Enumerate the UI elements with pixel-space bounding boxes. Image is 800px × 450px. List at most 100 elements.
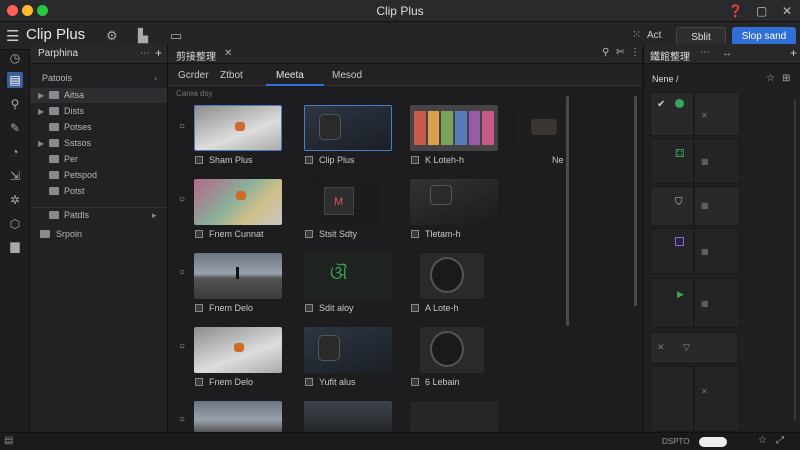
clip-thumbnail[interactable]: [420, 327, 484, 373]
clip-thumbnail[interactable]: [194, 253, 282, 299]
export-icon[interactable]: ⇲: [7, 168, 23, 184]
clip-thumbnail[interactable]: [194, 401, 282, 432]
inspector-cell[interactable]: ⛉: [650, 186, 694, 226]
clip-checkbox[interactable]: [195, 156, 203, 164]
scrollbar[interactable]: [634, 96, 637, 306]
clip-thumbnail[interactable]: [194, 327, 282, 373]
grid-icon[interactable]: ⊞: [782, 73, 790, 84]
help-icon[interactable]: ❓: [728, 4, 743, 18]
add-icon[interactable]: +: [155, 46, 162, 60]
clip-checkbox[interactable]: [305, 156, 313, 164]
search-icon[interactable]: ⚲: [7, 96, 23, 112]
clip-checkbox[interactable]: [305, 378, 313, 386]
clip-checkbox[interactable]: [411, 156, 419, 164]
pen-icon[interactable]: ✎: [7, 120, 23, 136]
cube-icon[interactable]: ⬡: [7, 216, 23, 232]
settings-icon[interactable]: ✲: [7, 192, 23, 208]
clip-thumbnail[interactable]: [518, 105, 568, 151]
clip-checkbox[interactable]: [411, 304, 419, 312]
search-icon[interactable]: ⚲: [602, 47, 609, 58]
row-radio[interactable]: ○: [179, 267, 185, 278]
more-icon[interactable]: ⋯: [140, 48, 150, 59]
clip-checkbox[interactable]: [195, 230, 203, 238]
star-icon[interactable]: ☆: [758, 435, 767, 446]
sidebar-item[interactable]: ▶ Dists: [30, 104, 167, 119]
clip-checkbox[interactable]: [305, 230, 313, 238]
inspector-cell[interactable]: ▶: [650, 278, 694, 328]
inspector-cell[interactable]: ▦: [694, 228, 740, 274]
clip-icon[interactable]: ▙: [138, 28, 148, 44]
add-icon[interactable]: +: [790, 46, 797, 60]
sidebar-item[interactable]: Per: [30, 152, 167, 167]
browser-tab[interactable]: 剪接整理: [176, 48, 216, 63]
more-icon[interactable]: ⋯: [700, 47, 710, 58]
sidebar-item[interactable]: Patdls ▸: [30, 207, 167, 222]
window-icon[interactable]: ▢: [756, 4, 767, 18]
clip-thumbnail[interactable]: [304, 105, 392, 151]
inspector-cell[interactable]: ✕: [694, 366, 740, 432]
inspector-cell[interactable]: ✕ ▽: [650, 332, 738, 364]
chevron-right-icon[interactable]: ▶: [38, 104, 44, 119]
close-tab-icon[interactable]: ✕: [224, 48, 232, 59]
menu-icon[interactable]: ☰: [6, 27, 19, 45]
panel-toggle-icon[interactable]: ▤: [4, 435, 13, 446]
clip-checkbox[interactable]: [195, 304, 203, 312]
subtab[interactable]: Ztbot: [220, 70, 243, 81]
row-radio[interactable]: ○: [179, 414, 185, 425]
media-icon[interactable]: ▤: [7, 72, 23, 88]
clip-thumbnail[interactable]: M: [314, 179, 378, 225]
chevron-right-icon[interactable]: ▸: [152, 208, 157, 223]
fullscreen-icon[interactable]: ⤢: [776, 435, 784, 446]
clip-thumbnail[interactable]: [304, 327, 392, 373]
clip-caption[interactable]: Clip Plus: [305, 154, 355, 166]
inspector-cell[interactable]: [650, 366, 694, 432]
clip-checkbox[interactable]: [411, 378, 419, 386]
subtab[interactable]: Meeta: [276, 70, 304, 81]
subtab[interactable]: Gcrder: [178, 70, 209, 81]
pie-icon[interactable]: ◔: [7, 144, 23, 160]
inspector-cell[interactable]: ✔: [650, 92, 694, 136]
gear-icon[interactable]: ⚙: [106, 28, 118, 44]
clip-caption[interactable]: Sdit aloy: [305, 302, 354, 314]
clip-caption[interactable]: Fnem Delo: [195, 302, 253, 314]
chevron-right-icon[interactable]: ▶: [38, 136, 44, 151]
act-button[interactable]: Act: [647, 30, 661, 41]
briefcase-icon[interactable]: ▆: [7, 238, 23, 254]
clip-caption[interactable]: Fnem Cunnat: [195, 228, 264, 240]
clip-caption[interactable]: K Loteh-h: [411, 154, 464, 166]
row-radio[interactable]: ○: [179, 121, 185, 132]
sidebar-item[interactable]: Petspod: [30, 168, 167, 183]
inspector-cell[interactable]: [650, 228, 694, 274]
clip-thumbnail[interactable]: ଔ: [304, 253, 392, 299]
sidebar-item[interactable]: ▶ Sstsos: [30, 136, 167, 151]
inspector-tab[interactable]: 鐵館整理: [650, 48, 690, 63]
clock-icon[interactable]: ◷: [7, 50, 23, 66]
clip-caption[interactable]: Yufit alus: [305, 376, 356, 388]
more-icon[interactable]: ⋮: [630, 47, 640, 58]
scrollbar[interactable]: [566, 96, 569, 326]
sidebar-item[interactable]: Potst: [30, 184, 167, 199]
inspector-cell[interactable]: ⚃: [650, 138, 694, 184]
grid-icon[interactable]: ⁙: [632, 28, 641, 41]
row-radio[interactable]: ○: [179, 341, 185, 352]
clip-thumbnail[interactable]: [194, 105, 282, 151]
chevron-right-icon[interactable]: ▶: [38, 88, 44, 103]
clip-thumbnail[interactable]: [410, 401, 498, 432]
sidebar-tab[interactable]: Parphina: [38, 48, 78, 59]
clip-checkbox[interactable]: [411, 230, 419, 238]
inspector-cell[interactable]: ▦: [694, 138, 740, 184]
inspector-cell[interactable]: ▦: [694, 278, 740, 328]
clip-caption[interactable]: 6 Lebain: [411, 376, 460, 388]
scrollbar[interactable]: [794, 100, 796, 420]
clip-caption[interactable]: Ne: [552, 154, 564, 166]
sidebar-item[interactable]: Potses: [30, 120, 167, 135]
clip-thumbnail[interactable]: [410, 105, 498, 151]
clip-caption[interactable]: Sham Plus: [195, 154, 253, 166]
row-radio[interactable]: ○: [179, 194, 185, 205]
folder-icon[interactable]: ▭: [170, 28, 182, 44]
sidebar-item[interactable]: Srpoin: [30, 227, 167, 242]
scissors-icon[interactable]: ✄: [616, 47, 624, 58]
clip-caption[interactable]: Tletam-h: [411, 228, 461, 240]
clip-thumbnail[interactable]: [304, 401, 392, 432]
expand-icon[interactable]: ↔: [722, 48, 732, 59]
